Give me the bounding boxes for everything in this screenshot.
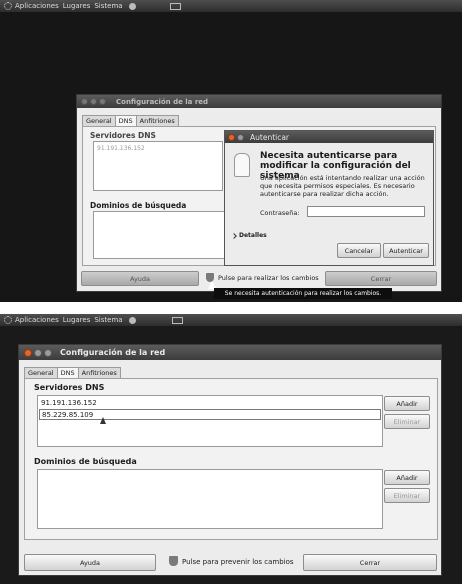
search-domains-list[interactable] [93, 211, 231, 259]
search-domains-list[interactable] [37, 469, 383, 529]
cancel-button[interactable]: Cancelar [337, 243, 381, 258]
tab-general[interactable]: General [24, 367, 58, 378]
keys-icon [234, 153, 250, 177]
delete-dns-button[interactable]: Eliminar [384, 414, 430, 429]
window-titlebar: Configuración de la red [77, 95, 441, 108]
search-domains-label: Dominios de búsqueda [34, 457, 137, 466]
password-label: Contraseña: [260, 209, 300, 217]
terminal-icon[interactable] [171, 316, 183, 324]
network-icon[interactable] [128, 316, 136, 324]
window-close-icon[interactable] [24, 348, 32, 357]
window-title: Configuración de la red [116, 97, 209, 106]
password-input[interactable] [307, 206, 425, 217]
dns-servers-label: Servidores DNS [90, 131, 156, 140]
unlock-hint[interactable]: Pulse para realizar los cambios [218, 274, 319, 282]
dialog-minimize-icon[interactable] [237, 133, 244, 141]
network-settings-window: Configuración de la red General DNS Anfi… [18, 344, 442, 576]
close-button[interactable]: Cerrar [303, 554, 437, 571]
window-minimize-icon[interactable] [34, 348, 42, 357]
lock-icon[interactable] [169, 556, 178, 566]
window-title: Configuración de la red [60, 348, 166, 357]
dialog-close-icon[interactable] [228, 133, 235, 141]
dns-servers-list[interactable]: 91.191.136.152 85.229.85.109 [37, 395, 383, 447]
terminal-icon[interactable] [169, 2, 181, 10]
details-expander[interactable]: Detalles [239, 232, 267, 239]
ubuntu-logo-icon[interactable] [4, 2, 12, 10]
window-maximize-icon[interactable] [99, 98, 106, 105]
tab-dns[interactable]: DNS [56, 367, 79, 378]
screenshot-unlocked: Aplicaciones Lugares Sistema Configuraci… [0, 314, 462, 584]
menu-system[interactable]: Sistema [94, 2, 122, 10]
help-button[interactable]: Ayuda [24, 554, 156, 571]
close-button[interactable]: Cerrar [325, 271, 437, 286]
tooltip: Se necesita autenticación para realizar … [214, 288, 392, 299]
ubuntu-logo-icon[interactable] [4, 316, 12, 324]
authenticate-button[interactable]: Autenticar [383, 243, 429, 258]
menu-applications[interactable]: Aplicaciones [15, 316, 59, 324]
add-domain-button[interactable]: Añadir [384, 470, 430, 485]
help-button[interactable]: Ayuda [81, 271, 199, 286]
auth-message: Una aplicación está intentando realizar … [260, 174, 425, 198]
delete-domain-button[interactable]: Eliminar [384, 488, 430, 503]
menu-applications[interactable]: Aplicaciones [15, 2, 59, 10]
screenshot-locked: Aplicaciones Lugares Sistema Configuraci… [0, 0, 462, 302]
dns-tab-panel: Servidores DNS 91.191.136.152 85.229.85.… [24, 378, 438, 540]
dns-server-item[interactable]: 91.191.136.152 [95, 143, 221, 154]
dns-server-item[interactable]: 85.229.85.109 [39, 409, 381, 420]
window-minimize-icon[interactable] [90, 98, 97, 105]
lock-hint[interactable]: Pulse para prevenir los cambios [182, 558, 294, 566]
details-expander-icon[interactable] [231, 233, 237, 239]
tab-hosts[interactable]: Anfitriones [77, 367, 121, 378]
menu-system[interactable]: Sistema [94, 316, 122, 324]
search-domains-label: Dominios de búsqueda [90, 201, 187, 210]
cursor-icon [100, 417, 106, 424]
menu-places[interactable]: Lugares [63, 2, 91, 10]
dns-servers-label: Servidores DNS [34, 383, 105, 392]
menu-places[interactable]: Lugares [63, 316, 91, 324]
window-titlebar: Configuración de la red [19, 345, 441, 360]
dns-servers-list[interactable]: 91.191.136.152 [93, 141, 223, 191]
top-panel: Aplicaciones Lugares Sistema [0, 0, 462, 12]
add-dns-button[interactable]: Añadir [384, 396, 430, 411]
network-icon[interactable] [128, 2, 136, 10]
tab-hosts[interactable]: Anfitriones [135, 115, 179, 126]
tab-general[interactable]: General [82, 115, 116, 126]
window-maximize-icon[interactable] [44, 348, 52, 357]
auth-dialog-titlebar: Autenticar [225, 131, 433, 143]
auth-dialog-title: Autenticar [250, 132, 290, 142]
auth-dialog: Autenticar Necesita autenticarse para mo… [224, 130, 434, 266]
tab-dns[interactable]: DNS [114, 115, 137, 126]
window-close-icon[interactable] [81, 98, 88, 105]
dns-server-item[interactable]: 91.191.136.152 [39, 397, 381, 408]
top-panel: Aplicaciones Lugares Sistema [0, 314, 462, 326]
